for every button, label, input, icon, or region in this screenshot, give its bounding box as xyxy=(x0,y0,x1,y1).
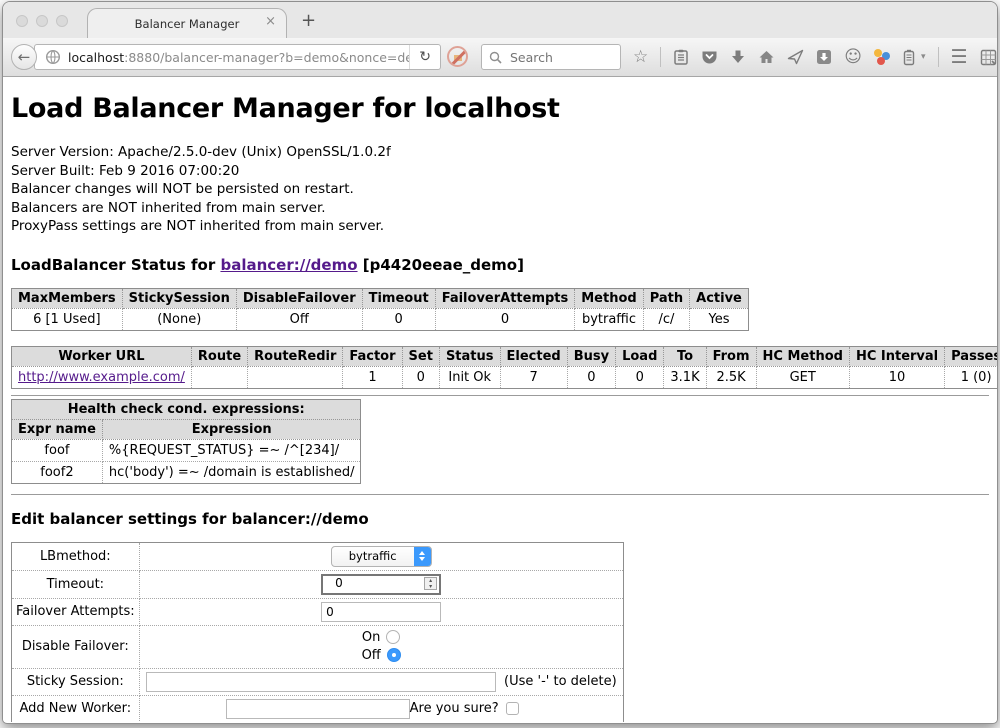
proxypass-note-line: ProxyPass settings are NOT inherited fro… xyxy=(11,217,989,236)
timeout-label: Timeout: xyxy=(12,570,140,598)
reading-list-icon[interactable] xyxy=(673,49,689,66)
url-host: localhost xyxy=(68,50,124,65)
new-tab-button[interactable]: + xyxy=(301,10,316,31)
radio-on-label: On xyxy=(362,630,380,645)
toolbar-icons: ☆ ☺ xyxy=(633,44,997,70)
grid-extension-icon[interactable] xyxy=(980,49,997,66)
url-bar[interactable]: localhost:8880/balancer-manager?b=demo&n… xyxy=(34,44,441,70)
search-box[interactable] xyxy=(481,44,621,70)
send-tab-icon[interactable] xyxy=(787,49,804,65)
table-row: foof %{REQUEST_STATUS} =~ /^[234]/ xyxy=(12,439,361,461)
tab-close-icon[interactable]: × xyxy=(265,15,276,28)
feedback-smiley-icon[interactable]: ☺ xyxy=(844,49,862,66)
pocket-icon[interactable] xyxy=(701,49,718,65)
timeout-stepper[interactable]: ▴▾ xyxy=(321,574,441,595)
color-dots-extension-icon[interactable] xyxy=(874,49,890,65)
window-controls xyxy=(16,15,68,27)
home-icon[interactable] xyxy=(758,49,775,65)
window-close-button[interactable] xyxy=(16,15,28,27)
page-title: Load Balancer Manager for localhost xyxy=(11,93,989,125)
table-row: 6 [1 Used] (None) Off 0 0 bytraffic /c/ … xyxy=(12,308,749,330)
spinner-icon[interactable]: ▴▾ xyxy=(424,577,437,590)
add-worker-row: Add New Worker: Are you sure? xyxy=(12,695,624,722)
timeout-input[interactable] xyxy=(332,576,430,591)
toolbar-separator xyxy=(660,47,661,67)
select-stepper-icon xyxy=(414,547,431,566)
tab-balancer-manager[interactable]: Balancer Manager × xyxy=(87,8,287,38)
back-icon: ← xyxy=(18,48,31,66)
timeout-row: Timeout: ▴▾ xyxy=(12,570,624,598)
table-header-row: Worker URL Route RouteRedir Factor Set S… xyxy=(12,346,998,366)
table-row: http://www.example.com/ 1 0 Init Ok 7 0 … xyxy=(12,366,998,388)
worker-url-link[interactable]: http://www.example.com/ xyxy=(18,370,185,385)
worker-status-table: Worker URL Route RouteRedir Factor Set S… xyxy=(11,346,997,389)
add-worker-label: Add New Worker: xyxy=(12,695,140,722)
window-minimize-button[interactable] xyxy=(36,15,48,27)
reload-icon: ↻ xyxy=(419,49,431,65)
balancer-status-table: MaxMembers StickySession DisableFailover… xyxy=(11,288,749,331)
url-text: localhost:8880/balancer-manager?b=demo&n… xyxy=(68,50,409,65)
search-input[interactable] xyxy=(508,49,612,66)
failover-attempts-row: Failover Attempts: xyxy=(12,598,624,625)
loadbalancer-status-heading: LoadBalancer Status for balancer://demo … xyxy=(11,256,989,274)
battery-extension-icon[interactable] xyxy=(902,49,916,66)
server-built-line: Server Built: Feb 9 2016 07:00:20 xyxy=(11,162,989,181)
section-divider xyxy=(11,395,989,397)
url-path: :8880/balancer-manager?b=demo&nonce=decc… xyxy=(124,50,409,65)
failover-on-radio[interactable] xyxy=(386,630,400,644)
sticky-session-input[interactable] xyxy=(146,672,496,692)
search-icon xyxy=(489,51,502,64)
persist-note-line: Balancer changes will NOT be persisted o… xyxy=(11,180,989,199)
toolbar-separator xyxy=(938,47,939,67)
server-info: Server Version: Apache/2.5.0-dev (Unix) … xyxy=(11,143,989,236)
image-blocker-icon[interactable] xyxy=(447,46,468,67)
sticky-session-label: Sticky Session: xyxy=(12,668,140,695)
section-divider xyxy=(11,494,989,496)
server-version-line: Server Version: Apache/2.5.0-dev (Unix) … xyxy=(11,143,989,162)
browser-window: Balancer Manager × + ← localhost:8880/ba… xyxy=(2,1,998,724)
menu-hamburger-icon[interactable]: ☰ xyxy=(951,49,968,66)
sticky-session-hint: (Use '-' to delete) xyxy=(504,674,619,689)
add-worker-input[interactable] xyxy=(226,699,410,719)
are-you-sure-checkbox[interactable] xyxy=(506,702,519,715)
sticky-session-row: Sticky Session: (Use '-' to delete) xyxy=(12,668,624,695)
lbmethod-row: LBmethod: bytraffic xyxy=(12,542,624,570)
table-row: foof2 hc('body') =~ /domain is establish… xyxy=(12,461,361,483)
disable-failover-label: Disable Failover: xyxy=(12,625,140,668)
window-zoom-button[interactable] xyxy=(56,15,68,27)
radio-off-label: Off xyxy=(362,648,381,663)
tab-title: Balancer Manager xyxy=(135,17,240,31)
lbmethod-selected-value: bytraffic xyxy=(332,549,414,563)
back-button[interactable]: ← xyxy=(11,44,37,70)
are-you-sure-label: Are you sure? xyxy=(410,701,499,716)
table-header-row: MaxMembers StickySession DisableFailover… xyxy=(12,288,749,308)
balancer-demo-link[interactable]: balancer://demo xyxy=(220,256,357,274)
inherit-note-line: Balancers are NOT inherited from main se… xyxy=(11,199,989,218)
failover-attempts-input[interactable] xyxy=(321,602,441,622)
download-panel-icon[interactable] xyxy=(816,49,832,65)
disable-failover-row: Disable Failover: On Off xyxy=(12,625,624,668)
chevron-down-icon[interactable]: ▾ xyxy=(921,52,926,62)
failover-attempts-label: Failover Attempts: xyxy=(12,598,140,625)
globe-icon xyxy=(45,49,61,65)
downloads-icon[interactable] xyxy=(730,49,746,65)
tab-bar: Balancer Manager × + xyxy=(3,2,997,38)
table-title-row: Health check cond. expressions: xyxy=(12,399,361,419)
bookmark-star-icon[interactable]: ☆ xyxy=(633,49,648,66)
lbmethod-label: LBmethod: xyxy=(12,542,140,570)
failover-off-radio[interactable] xyxy=(387,648,401,662)
edit-settings-heading: Edit balancer settings for balancer://de… xyxy=(11,510,989,528)
balancer-settings-form: LBmethod: bytraffic Timeout: ▴▾ xyxy=(11,542,624,723)
lbmethod-select[interactable]: bytraffic xyxy=(331,546,432,567)
navigation-toolbar: ← localhost:8880/balancer-manager?b=demo… xyxy=(3,38,997,77)
reload-button[interactable]: ↻ xyxy=(409,45,440,69)
page-content: Load Balancer Manager for localhost Serv… xyxy=(3,77,997,722)
table-header-row: Expr name Expression xyxy=(12,419,361,439)
health-check-table: Health check cond. expressions: Expr nam… xyxy=(11,399,361,484)
